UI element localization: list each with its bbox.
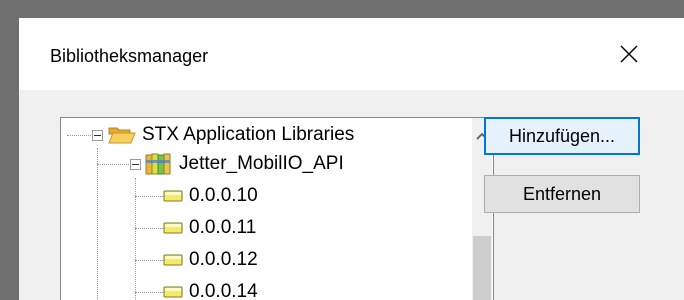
minus-icon: [94, 135, 101, 136]
version-icon: [163, 190, 183, 202]
title-bar: Bibliotheksmanager: [19, 18, 684, 90]
version-icon: [163, 286, 183, 298]
scroll-thumb[interactable]: [473, 236, 491, 300]
tree-node-label: 0.0.0.10: [189, 185, 258, 206]
remove-button[interactable]: Entfernen: [484, 175, 640, 213]
tree-node-label: Jetter_MobilIO_API: [179, 153, 344, 174]
library-tree[interactable]: STX Application Libraries Jetter_MobilIO…: [60, 117, 494, 300]
dialog-title: Bibliotheksmanager: [50, 46, 209, 66]
tree-node-label: 0.0.0.11: [189, 217, 257, 238]
tree-node-version[interactable]: 0.0.0.14: [163, 278, 258, 300]
tree-node-library[interactable]: Jetter_MobilIO_API: [145, 150, 344, 178]
version-icon: [163, 222, 183, 234]
add-button[interactable]: Hinzufügen...: [484, 117, 640, 155]
tree-connector: [135, 196, 163, 197]
tree-connector: [135, 292, 163, 293]
minus-icon: [132, 164, 139, 165]
tree-node-root[interactable]: STX Application Libraries: [108, 121, 354, 149]
close-icon: [620, 45, 638, 63]
collapse-root-toggle[interactable]: [92, 130, 103, 141]
close-button[interactable]: [603, 32, 655, 76]
tree-connector: [97, 148, 98, 300]
library-manager-dialog: Bibliotheksmanager STX Application Libra…: [19, 18, 684, 300]
version-icon: [163, 254, 183, 266]
tree-node-version[interactable]: 0.0.0.11: [163, 214, 256, 242]
tree-node-version[interactable]: 0.0.0.12: [163, 246, 258, 274]
library-books-icon: [145, 153, 171, 175]
collapse-library-toggle[interactable]: [130, 159, 141, 170]
tree-connector: [67, 135, 93, 136]
open-folder-icon: [108, 127, 136, 144]
tree-node-label: 0.0.0.14: [189, 281, 258, 300]
tree-node-label: 0.0.0.12: [189, 249, 258, 270]
tree-connector: [135, 260, 163, 261]
tree-node-version[interactable]: 0.0.0.10: [163, 182, 258, 210]
tree-connector: [97, 164, 131, 165]
tree-connector: [135, 228, 163, 229]
tree-node-label: STX Application Libraries: [142, 124, 355, 145]
